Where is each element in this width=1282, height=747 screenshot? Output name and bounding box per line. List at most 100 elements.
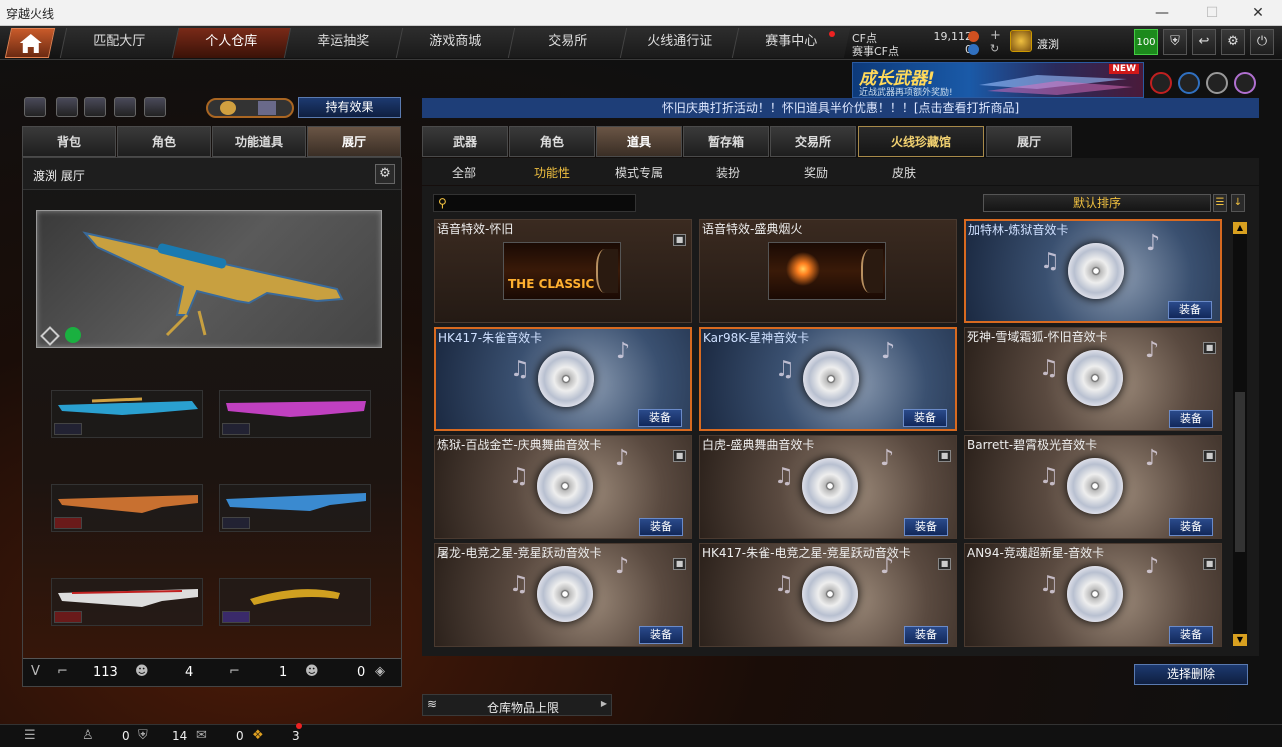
nav-tab[interactable]: 游戏商城	[395, 28, 515, 58]
sort-down-icon[interactable]: ↓	[1231, 194, 1245, 212]
right-tab[interactable]: 展厅	[986, 126, 1072, 157]
cycle-icon[interactable]	[84, 97, 106, 117]
return-icon[interactable]: ↩	[1192, 29, 1216, 55]
settings-gear-icon[interactable]: ⚙	[1221, 29, 1245, 55]
item-card[interactable]: 屠龙-电竞之星-竞星跃动音效卡 ♪ ♫ ■ 装备	[434, 543, 692, 647]
add-cf-icon[interactable]: +	[990, 28, 1001, 43]
guild-shield-icon[interactable]: ⛨	[138, 728, 148, 743]
event-icon-2[interactable]	[1178, 72, 1200, 94]
sub-tab[interactable]: 全部	[452, 164, 476, 181]
power-icon[interactable]: ⏻	[1250, 29, 1274, 55]
item-name: 炼狱-百战金芒-庆典舞曲音效卡	[437, 438, 602, 452]
hall-panel: 渡渕 展厅 ⚙ Ⅴ ⌐ 113 ☻ 4 ⌐ 1 ☻ 0 ◈	[22, 157, 402, 687]
music-disc-icon	[802, 458, 858, 514]
item-card[interactable]: 炼狱-百战金芒-庆典舞曲音效卡 ♪ ♫ ■ 装备	[434, 435, 692, 539]
equip-button[interactable]: 装备	[1169, 626, 1213, 644]
sub-tab[interactable]: 功能性	[534, 164, 570, 181]
view-toggle[interactable]	[206, 98, 294, 118]
sub-tab[interactable]: 皮肤	[892, 164, 916, 181]
equip-button[interactable]: 装备	[1169, 518, 1213, 536]
item-card[interactable]: AN94-竞魂超新星-音效卡 ♪ ♫ ■ 装备	[964, 543, 1222, 647]
nav-tab[interactable]: 交易所	[507, 28, 627, 58]
home-button[interactable]	[4, 28, 56, 58]
right-tab[interactable]: 武器	[422, 126, 508, 157]
nav-tab[interactable]: 幸运抽奖	[283, 28, 403, 58]
equip-button[interactable]: 装备	[1168, 301, 1212, 319]
sub-tab[interactable]: 奖励	[804, 164, 828, 181]
bag-icon[interactable]	[144, 97, 166, 117]
left-tab[interactable]: 角色	[117, 126, 211, 157]
left-tab[interactable]: 展厅	[307, 126, 401, 157]
stats-icon[interactable]	[56, 97, 78, 117]
weapon-slot[interactable]	[51, 484, 203, 532]
nav-tab[interactable]: 匹配大厅	[59, 28, 179, 58]
item-card[interactable]: Barrett-碧霄极光音效卡 ♪ ♫ ■ 装备	[964, 435, 1222, 539]
list-view-icon[interactable]: ☰	[1213, 194, 1227, 212]
right-tab[interactable]: 交易所	[770, 126, 856, 157]
scroll-down-icon[interactable]: ▼	[1233, 634, 1247, 646]
gun-count: 113	[93, 665, 118, 680]
menu-icon[interactable]: ☰	[24, 728, 36, 743]
nav-tab[interactable]: 火线通行证	[619, 28, 739, 58]
left-tab[interactable]: 背包	[22, 126, 116, 157]
maximize-icon[interactable]: ☐	[1190, 2, 1234, 24]
delete-selected-button[interactable]: 选择删除	[1134, 664, 1248, 685]
event-icon-4[interactable]	[1234, 72, 1256, 94]
gun-icon: ⌐	[229, 664, 240, 679]
item-card[interactable]: HK417-朱雀音效卡 ♪ ♫ 装备	[434, 327, 692, 431]
item-card[interactable]: 语音特效-怀旧 THE CLASSIC ■	[434, 219, 692, 323]
scrollbar[interactable]: ▲ ▼	[1233, 222, 1247, 646]
item-card[interactable]: 语音特效-盛典烟火	[699, 219, 957, 323]
equip-button[interactable]: 装备	[904, 518, 948, 536]
gift-icon[interactable]: ❖	[252, 728, 264, 743]
right-tab[interactable]: 角色	[509, 126, 595, 157]
item-card[interactable]: 加特林-炼狱音效卡 ♪ ♫ 装备	[964, 219, 1222, 323]
refresh-icon[interactable]: ↻	[990, 42, 999, 55]
weapon-slot[interactable]	[51, 578, 203, 626]
effect-button[interactable]: 持有效果	[298, 97, 401, 118]
item-card[interactable]: Kar98K-星神音效卡 ♪ ♫ 装备	[699, 327, 957, 431]
equip-button[interactable]: 装备	[639, 626, 683, 644]
scroll-thumb[interactable]	[1235, 392, 1245, 552]
weapon-slot[interactable]	[219, 390, 371, 438]
equip-button[interactable]: 装备	[903, 409, 947, 427]
equip-button[interactable]: 装备	[638, 409, 682, 427]
weapon-badge-icon	[222, 423, 250, 435]
character-icon: ☻	[135, 664, 149, 679]
event-icon-1[interactable]	[1150, 72, 1172, 94]
right-tab[interactable]: 火线珍藏馆	[858, 126, 984, 157]
equip-button[interactable]: 装备	[904, 626, 948, 644]
right-tab[interactable]: 道具	[596, 126, 682, 157]
off-toggle-icon[interactable]	[24, 97, 46, 117]
weapon-slot[interactable]	[51, 390, 203, 438]
minimize-icon[interactable]: —	[1140, 2, 1184, 24]
event-icon-3[interactable]	[1206, 72, 1228, 94]
friends-icon[interactable]: ♙	[82, 728, 94, 743]
shield-icon[interactable]: ⛨	[1163, 29, 1187, 55]
weapon-slot[interactable]	[219, 484, 371, 532]
capacity-bar[interactable]: ≋ 仓库物品上限 ▶	[422, 694, 612, 716]
game-client: 穿越火线 — ☐ ✕ CF点 19,112 赛事CF点 0 + ↻ 渡渕 100…	[0, 0, 1282, 747]
user-icon[interactable]	[114, 97, 136, 117]
nav-tab[interactable]: 个人仓库	[171, 28, 291, 58]
sub-tab[interactable]: 装扮	[716, 164, 740, 181]
left-tab[interactable]: 功能道具	[212, 126, 306, 157]
weapon-slot[interactable]	[219, 578, 371, 626]
item-card[interactable]: 白虎-盛典舞曲音效卡 ♪ ♫ ■ 装备	[699, 435, 957, 539]
item-card[interactable]: HK417-朱雀-电竞之星-竞星跃动音效卡 ♪ ♫ ■ 装备	[699, 543, 957, 647]
promo-banner[interactable]: 成长武器! 近战武器再项额外奖励! NEW	[852, 62, 1144, 98]
right-tab[interactable]: 暂存箱	[683, 126, 769, 157]
sub-tab[interactable]: 模式专属	[615, 164, 663, 181]
featured-weapon[interactable]	[36, 210, 382, 348]
announcement-marquee[interactable]: 怀旧庆典打折活动！！怀旧道具半价优惠！！！[点击查看打折商品]	[422, 98, 1259, 118]
item-name: 语音特效-盛典烟火	[702, 222, 803, 236]
sort-dropdown[interactable]: 默认排序	[983, 194, 1211, 212]
equip-button[interactable]: 装备	[1169, 410, 1213, 428]
hall-settings-icon[interactable]: ⚙	[375, 164, 395, 184]
close-icon[interactable]: ✕	[1236, 2, 1280, 24]
equip-button[interactable]: 装备	[639, 518, 683, 536]
search-input[interactable]: ⚲	[433, 194, 636, 212]
message-icon[interactable]: ✉	[196, 728, 207, 743]
item-card[interactable]: 死神-雪域霜狐-怀旧音效卡 ♪ ♫ ■ 装备	[964, 327, 1222, 431]
scroll-up-icon[interactable]: ▲	[1233, 222, 1247, 234]
